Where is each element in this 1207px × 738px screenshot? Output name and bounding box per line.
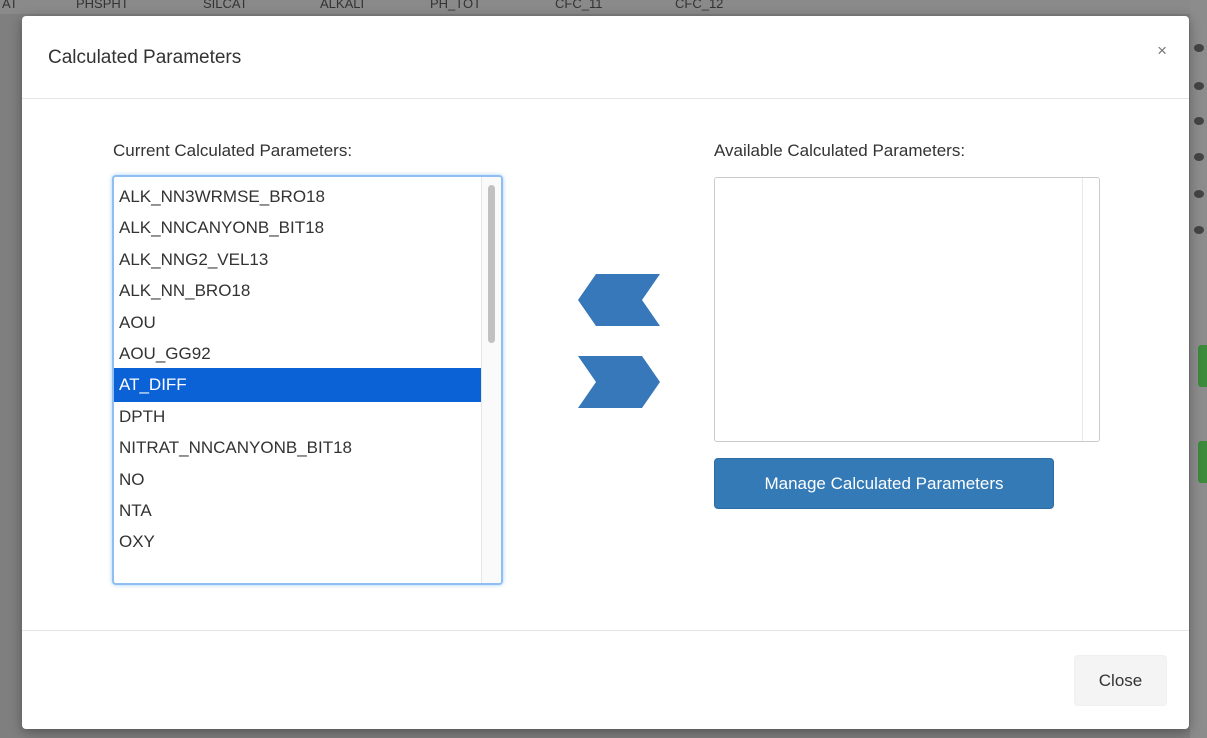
scrollbar-thumb[interactable] xyxy=(488,185,495,343)
move-right-arrow-icon[interactable] xyxy=(578,356,660,408)
list-item[interactable]: ALK_NNG2_VEL13 xyxy=(114,243,481,276)
list-item[interactable]: AOU_GG92 xyxy=(114,337,481,370)
eye-icon xyxy=(1194,153,1204,161)
list-item[interactable]: ALK_NNCANYONB_BIT18 xyxy=(114,211,481,244)
current-parameters-list[interactable]: ALK_NN3WRMSE_BRO18 ALK_NNCANYONB_BIT18 A… xyxy=(112,175,503,585)
list-item[interactable]: NITRAT_NNCANYONB_BIT18 xyxy=(114,431,481,464)
bg-header-at: AT xyxy=(2,0,18,11)
modal-header: Calculated Parameters × xyxy=(22,16,1189,99)
list-item[interactable]: ALK_NN_BRO18 xyxy=(114,274,481,307)
bg-header-alkali: ALKALI xyxy=(320,0,365,11)
background-side-panel xyxy=(1190,0,1207,738)
list-item[interactable]: DPTH xyxy=(114,400,481,433)
background-column-headers: AT PHSPHT SILCAT ALKALI PH_TOT CFC_11 CF… xyxy=(0,0,1207,14)
available-parameters-label: Available Calculated Parameters: xyxy=(714,141,966,160)
list-item[interactable]: NO xyxy=(114,463,481,496)
eye-icon xyxy=(1194,117,1204,125)
calculated-parameters-modal: Calculated Parameters × Current Calculat… xyxy=(22,16,1189,729)
list-item-selected[interactable]: AT_DIFF xyxy=(114,368,481,402)
background-green-button xyxy=(1198,345,1207,387)
available-parameters-list[interactable] xyxy=(714,177,1100,442)
eye-icon xyxy=(1194,190,1204,198)
bg-header-cfc12: CFC_12 xyxy=(675,0,724,11)
list-scrollbar[interactable] xyxy=(1082,178,1099,441)
eye-icon xyxy=(1194,82,1204,90)
list-item[interactable]: NTA xyxy=(114,494,481,527)
bg-header-silcat: SILCAT xyxy=(203,0,248,11)
list-item[interactable]: ALK_NN3WRMSE_BRO18 xyxy=(114,180,481,213)
modal-title: Calculated Parameters xyxy=(48,47,242,68)
manage-calculated-parameters-button[interactable]: Manage Calculated Parameters xyxy=(714,458,1054,509)
list-item[interactable]: AOU xyxy=(114,306,481,339)
current-parameters-label: Current Calculated Parameters: xyxy=(113,141,353,160)
bg-header-phspht: PHSPHT xyxy=(76,0,129,11)
eye-icon xyxy=(1194,226,1204,234)
bg-header-ph-tot: PH_TOT xyxy=(430,0,482,11)
list-scrollbar[interactable] xyxy=(481,177,501,583)
modal-footer: Close xyxy=(22,630,1189,730)
close-button[interactable]: Close xyxy=(1074,655,1167,706)
eye-icon xyxy=(1194,44,1204,52)
background-green-button xyxy=(1198,441,1207,483)
bg-header-cfc11: CFC_11 xyxy=(555,0,603,11)
list-item[interactable]: OXY xyxy=(114,525,481,558)
move-left-arrow-icon[interactable] xyxy=(578,274,660,326)
close-icon[interactable]: × xyxy=(1157,41,1167,61)
